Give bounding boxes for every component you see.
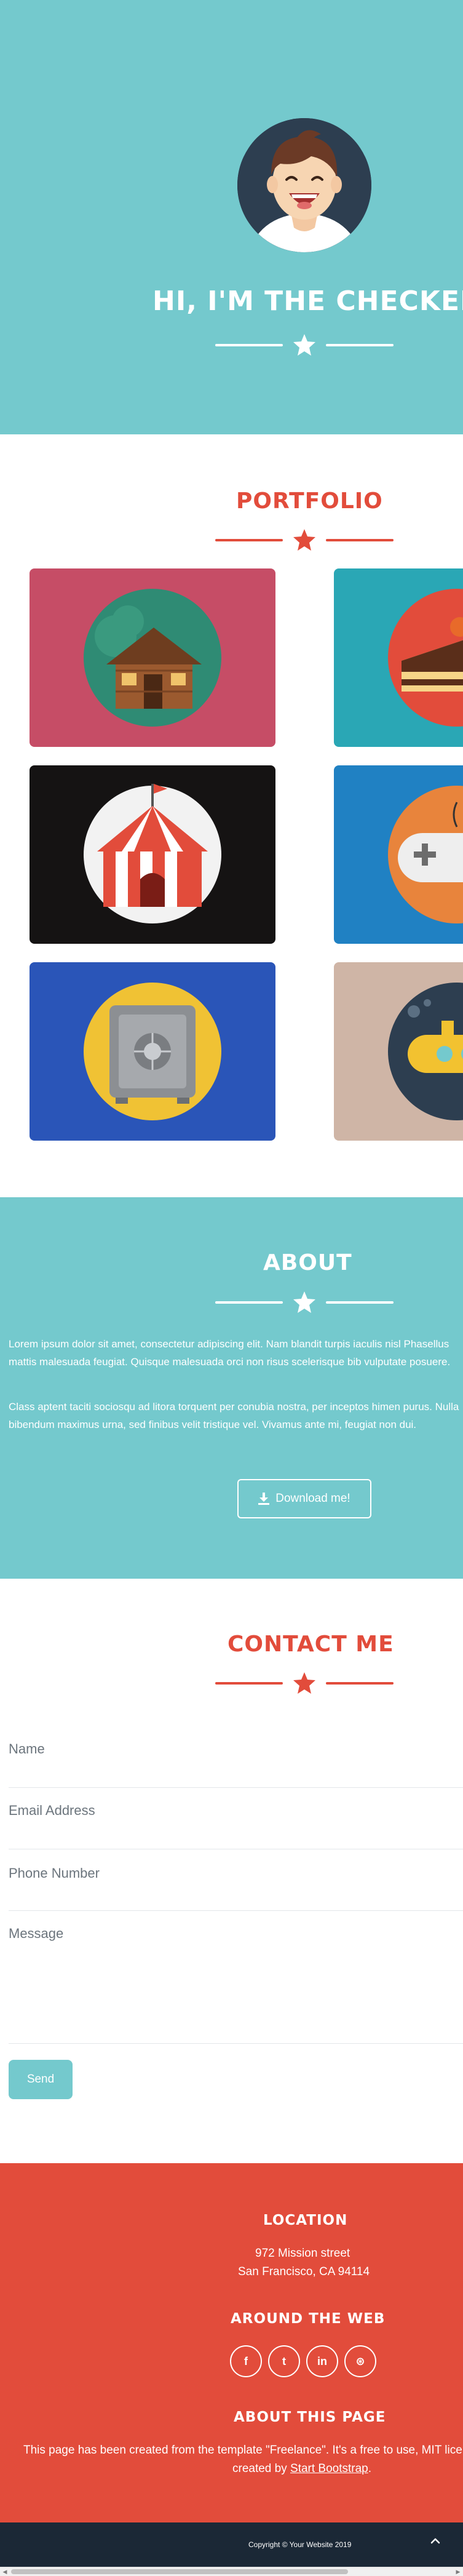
email-field[interactable]: Email Address bbox=[9, 1788, 463, 1849]
created-by-text: created by bbox=[232, 2462, 287, 2475]
about-paragraph-1: Lorem ipsum dolor sit amet, consectetur … bbox=[9, 1338, 451, 1368]
star-icon bbox=[293, 1672, 315, 1694]
star-icon bbox=[293, 1291, 315, 1313]
phone-placeholder: Phone Number bbox=[9, 1865, 100, 1881]
created-by-period: . bbox=[368, 2462, 372, 2475]
twitter-icon: t bbox=[282, 2355, 286, 2367]
game-controller-icon bbox=[388, 786, 463, 923]
page: HI, I'M THE CHECKER! PORTFOLIO ABOUT Lor… bbox=[0, 0, 463, 2576]
scrollbar-thumb[interactable] bbox=[11, 2569, 348, 2574]
send-button[interactable]: Send bbox=[9, 2060, 73, 2099]
masthead-divider bbox=[215, 333, 394, 357]
download-label: Download me! bbox=[275, 1492, 350, 1505]
address-line-2: San Francisco, CA 94114 bbox=[238, 2265, 370, 2278]
facebook-button[interactable]: f bbox=[230, 2345, 262, 2377]
download-button[interactable]: Download me! bbox=[237, 1479, 371, 1518]
portfolio-item-controller[interactable] bbox=[334, 765, 463, 944]
contact-section: CONTACT ME Name Email Address Phone Numb… bbox=[0, 1579, 463, 2163]
about-heading: ABOUT bbox=[263, 1250, 352, 1275]
portfolio-item-submarine[interactable] bbox=[334, 962, 463, 1141]
star-icon bbox=[293, 334, 315, 356]
linkedin-button[interactable]: in bbox=[306, 2345, 338, 2377]
cake-slice-icon bbox=[388, 589, 463, 727]
about-this-page-heading: ABOUT THIS PAGE bbox=[234, 2409, 386, 2425]
footer: LOCATION 972 Mission street San Francisc… bbox=[0, 2163, 463, 2522]
star-icon bbox=[293, 529, 315, 551]
copyright-text: Copyright © Your Website 2019 bbox=[248, 2540, 352, 2549]
portfolio-section: PORTFOLIO bbox=[0, 434, 463, 1197]
portfolio-heading: PORTFOLIO bbox=[236, 488, 383, 514]
download-icon bbox=[258, 1493, 270, 1505]
twitter-button[interactable]: t bbox=[268, 2345, 300, 2377]
around-the-web-heading: AROUND THE WEB bbox=[231, 2311, 386, 2327]
circus-tent-icon bbox=[84, 784, 221, 923]
portfolio-divider bbox=[215, 528, 394, 552]
contact-divider bbox=[215, 1671, 394, 1696]
message-placeholder: Message bbox=[9, 1926, 64, 1941]
portfolio-item-circus[interactable] bbox=[30, 765, 275, 944]
name-field[interactable]: Name bbox=[9, 1726, 463, 1788]
about-this-page-text: This page has been created from the temp… bbox=[23, 2444, 462, 2457]
copyright-bar: Copyright © Your Website 2019 bbox=[0, 2522, 463, 2567]
portfolio-item-cabin[interactable] bbox=[30, 568, 275, 747]
horizontal-scrollbar[interactable]: ◀ ▶ bbox=[0, 2567, 463, 2576]
scroll-right-arrow-icon[interactable]: ▶ bbox=[453, 2567, 463, 2576]
contact-heading: CONTACT ME bbox=[228, 1632, 394, 1657]
facebook-icon: f bbox=[244, 2355, 248, 2367]
created-by-line: created by Start Bootstrap. bbox=[232, 2462, 371, 2476]
scroll-to-top-button[interactable] bbox=[424, 2530, 446, 2552]
scroll-left-arrow-icon[interactable]: ◀ bbox=[0, 2567, 10, 2576]
hero-title: HI, I'M THE CHECKER! bbox=[152, 285, 463, 317]
start-bootstrap-link[interactable]: Start Bootstrap bbox=[290, 2462, 368, 2475]
portfolio-item-safe[interactable] bbox=[30, 962, 275, 1141]
dribbble-icon: ⊛ bbox=[355, 2355, 365, 2367]
message-field[interactable]: Message bbox=[9, 1911, 463, 2044]
email-placeholder: Email Address bbox=[9, 1803, 95, 1818]
name-placeholder: Name bbox=[9, 1741, 45, 1757]
smiling-boy-avatar-icon bbox=[237, 118, 371, 252]
log-cabin-icon bbox=[84, 589, 221, 727]
portfolio-item-cake[interactable] bbox=[334, 568, 463, 747]
linkedin-icon: in bbox=[317, 2355, 327, 2367]
masthead: HI, I'M THE CHECKER! bbox=[0, 0, 463, 434]
address-line-1: 972 Mission street bbox=[255, 2247, 350, 2260]
safe-icon bbox=[84, 983, 221, 1120]
chevron-up-icon bbox=[430, 2538, 440, 2544]
phone-field[interactable]: Phone Number bbox=[9, 1849, 463, 1911]
dribbble-button[interactable]: ⊛ bbox=[344, 2345, 376, 2377]
about-paragraph-2: Class aptent taciti sociosqu ad litora t… bbox=[9, 1401, 459, 1430]
location-heading: LOCATION bbox=[263, 2212, 348, 2228]
about-section: ABOUT Lorem ipsum dolor sit amet, consec… bbox=[0, 1197, 463, 1579]
submarine-icon bbox=[388, 983, 463, 1120]
about-divider bbox=[215, 1290, 394, 1315]
